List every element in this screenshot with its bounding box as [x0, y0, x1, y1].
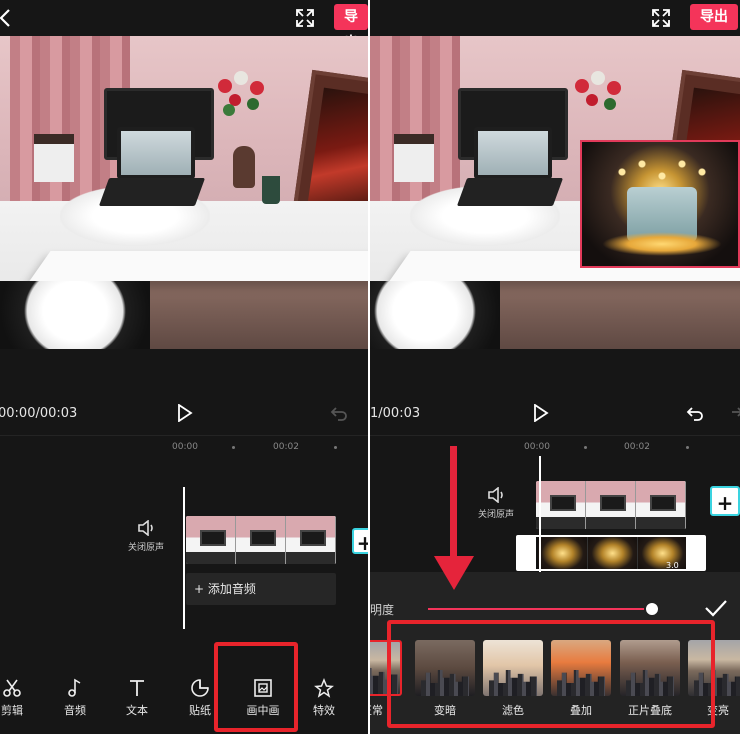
- tool-label: 特效: [313, 704, 335, 717]
- speaker-icon: [488, 487, 503, 503]
- video-preview[interactable]: [0, 36, 368, 349]
- trim-handle-right[interactable]: [686, 537, 704, 569]
- blend-label: 正常: [370, 704, 383, 717]
- highlight-box: [387, 620, 715, 728]
- divider: [370, 435, 740, 436]
- scissors-icon: [3, 679, 21, 697]
- play-icon[interactable]: [533, 404, 549, 422]
- preview-chair: [370, 281, 500, 349]
- ruler-tick: 00:02: [273, 442, 299, 452]
- trim-handle-left[interactable]: [518, 537, 536, 569]
- preview-laptop: [117, 127, 195, 179]
- tool-label: 贴纸: [189, 704, 211, 717]
- overlay-duration-badge: 3.0: [666, 561, 679, 570]
- mute-label: 关闭原声: [128, 543, 165, 553]
- timecode: 1/00:03: [370, 406, 421, 421]
- divider: [0, 435, 368, 436]
- main-video-clip[interactable]: [186, 516, 336, 564]
- confirm-check-icon[interactable]: [704, 598, 728, 618]
- music-note-icon: [68, 678, 81, 697]
- pip-candles: [612, 152, 712, 192]
- clip-thumbnail: [236, 516, 286, 564]
- timecode: 00:00/00:03: [0, 406, 78, 421]
- annotation-arrow: [450, 446, 457, 566]
- add-clip-button[interactable]: +: [710, 486, 740, 516]
- opacity-slider-knob[interactable]: [644, 601, 660, 617]
- tool-label: 文本: [126, 704, 148, 717]
- preview-vase: [233, 146, 255, 188]
- add-clip-button[interactable]: +: [352, 528, 368, 555]
- overlay-thumbnail: [538, 537, 588, 569]
- ruler-dot: [334, 446, 337, 449]
- star-effect-icon: [314, 678, 334, 698]
- tool-effects[interactable]: 特效: [297, 672, 351, 718]
- highlight-box: [214, 642, 298, 732]
- clip-thumbnail: [536, 481, 586, 529]
- ruler-dot: [232, 446, 235, 449]
- opacity-label: 明度: [370, 603, 395, 617]
- pip-glow: [602, 232, 722, 256]
- left-editor-panel: 导出 00:00/00:03 00:00 00:02 关闭原声 + + 添加音频: [0, 0, 368, 734]
- preview-calendar: [394, 134, 434, 182]
- clip-thumbnail: [636, 481, 686, 529]
- mute-original-audio[interactable]: 关闭原声: [128, 520, 164, 553]
- clip-thumbnail: [286, 516, 336, 564]
- undo-icon[interactable]: [330, 405, 348, 421]
- picture-in-picture-overlay[interactable]: [580, 140, 740, 268]
- mute-label: 关闭原声: [478, 510, 515, 520]
- top-bar: 导出: [0, 0, 368, 51]
- fullscreen-icon[interactable]: [294, 7, 316, 29]
- right-editor-panel: 导出 1/00:03 00:00 00:02 关闭原声 + 3.0 明度 常 变…: [370, 0, 740, 734]
- video-preview[interactable]: [370, 36, 740, 349]
- export-button[interactable]: 导出: [334, 4, 368, 51]
- preview-flowers: [575, 71, 621, 110]
- clip-thumbnail: [186, 516, 236, 564]
- ruler-dot: [686, 446, 689, 449]
- ruler-dot: [584, 446, 587, 449]
- preview-laptop-base: [98, 178, 206, 206]
- back-chevron-icon[interactable]: [0, 8, 12, 28]
- ruler-tick: 00:00: [172, 442, 198, 452]
- preview-flowers: [218, 71, 264, 116]
- annotation-arrow-head: [434, 556, 474, 590]
- overlay-thumbnail: [638, 537, 688, 569]
- preview-cup: [262, 176, 280, 204]
- opacity-slider-track[interactable]: [428, 608, 653, 610]
- mute-original-audio[interactable]: 关闭原声: [478, 487, 514, 520]
- ruler-tick: 00:02: [624, 442, 650, 452]
- tool-audio[interactable]: 音频: [48, 672, 102, 718]
- tool-edit[interactable]: 剪辑: [0, 672, 39, 718]
- add-audio-button[interactable]: + 添加音频: [186, 573, 336, 605]
- playhead[interactable]: [183, 487, 185, 629]
- speaker-icon: [138, 520, 153, 536]
- tool-text[interactable]: 文本: [110, 672, 164, 718]
- text-icon: [130, 680, 144, 696]
- main-video-clip[interactable]: [536, 481, 686, 529]
- preview-desk-edge: [29, 251, 368, 281]
- export-button[interactable]: 导出: [690, 4, 738, 30]
- tool-label: 音频: [64, 704, 86, 717]
- bottom-toolbar: 剪辑 音频 文本 贴纸 画中画 特效: [0, 672, 368, 732]
- overlay-thumbnail: [588, 537, 638, 569]
- sticker-icon: [191, 679, 209, 697]
- ruler-tick: 00:00: [524, 442, 550, 452]
- fullscreen-icon[interactable]: [650, 7, 672, 29]
- overlay-video-clip[interactable]: 3.0: [516, 535, 706, 571]
- playhead[interactable]: [539, 456, 541, 572]
- undo-icon[interactable]: [686, 405, 704, 421]
- preview-calendar: [34, 134, 74, 182]
- top-bar: 导出: [370, 0, 740, 36]
- clip-thumbnail: [586, 481, 636, 529]
- preview-laptop-base: [456, 178, 564, 206]
- play-icon[interactable]: [177, 404, 193, 422]
- preview-chair: [0, 281, 150, 349]
- redo-icon[interactable]: [726, 405, 740, 421]
- preview-laptop: [474, 127, 552, 179]
- tool-label: 剪辑: [1, 704, 23, 717]
